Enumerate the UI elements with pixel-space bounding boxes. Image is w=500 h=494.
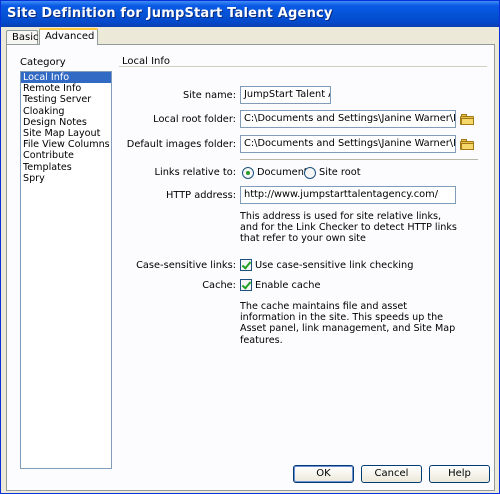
cancel-button[interactable]: Cancel (361, 465, 422, 483)
ok-button[interactable]: OK (293, 465, 354, 483)
section-divider (119, 66, 487, 67)
window-title: Site Definition for JumpStart Talent Age… (7, 6, 333, 21)
images-folder-input[interactable]: C:\Documents and Settings\Janine Warner\… (240, 135, 456, 153)
links-document-radio[interactable] (242, 167, 254, 179)
links-relative-label: Links relative to: (154, 167, 236, 178)
root-folder-input[interactable]: C:\Documents and Settings\Janine Warner\… (240, 110, 456, 128)
category-item-local-info[interactable]: Local Info (21, 72, 111, 84)
http-address-input[interactable]: http://www.jumpstarttalentagency.com/ (240, 186, 456, 204)
category-label: Category (20, 57, 66, 68)
site-name-input[interactable]: JumpStart Talent Ag (240, 86, 331, 104)
links-site-root-label[interactable]: Site root (319, 167, 361, 178)
tab-basic[interactable]: Basic (6, 30, 38, 45)
case-sensitive-label: Case-sensitive links: (136, 260, 236, 271)
category-item-file-view-columns[interactable]: File View Columns (21, 139, 111, 150)
browse-root-folder-icon[interactable] (460, 114, 474, 125)
enable-cache-option[interactable]: Enable cache (255, 280, 321, 291)
links-site-root-radio[interactable] (304, 167, 316, 179)
category-item-templates[interactable]: Templates (21, 162, 111, 173)
help-button[interactable]: Help (429, 465, 490, 483)
case-sensitive-option[interactable]: Use case-sensitive link checking (255, 260, 413, 271)
category-item-cloaking[interactable]: Cloaking (21, 106, 111, 117)
category-list[interactable]: Local Info Remote Info Testing Server Cl… (20, 71, 112, 469)
http-address-note: This address is used for site relative l… (240, 211, 457, 245)
images-folder-label: Default images folder: (126, 139, 236, 150)
title-bar[interactable]: Site Definition for JumpStart Talent Age… (1, 1, 499, 27)
links-document-label[interactable]: Document (257, 167, 308, 178)
root-folder-label: Local root folder: (153, 114, 236, 125)
tab-advanced[interactable]: Advanced (39, 28, 98, 45)
category-item-remote-info[interactable]: Remote Info (21, 83, 111, 94)
category-item-design-notes[interactable]: Design Notes (21, 117, 111, 128)
http-address-label: HTTP address: (166, 190, 236, 201)
advanced-panel: Category Local Info Remote Info Testing … (6, 44, 495, 491)
field-divider (240, 159, 478, 160)
cache-label: Cache: (202, 280, 236, 291)
category-item-contribute[interactable]: Contribute (21, 150, 111, 161)
category-item-testing-server[interactable]: Testing Server (21, 94, 111, 105)
enable-cache-checkbox[interactable] (240, 279, 252, 291)
site-definition-dialog: Site Definition for JumpStart Talent Age… (0, 0, 500, 494)
browse-images-folder-icon[interactable] (460, 139, 474, 150)
category-item-spry[interactable]: Spry (21, 173, 111, 184)
site-name-label: Site name: (182, 90, 236, 101)
cache-note: The cache maintains file and asset infor… (240, 301, 456, 346)
category-item-site-map-layout[interactable]: Site Map Layout (21, 128, 111, 139)
case-sensitive-checkbox[interactable] (240, 259, 252, 271)
